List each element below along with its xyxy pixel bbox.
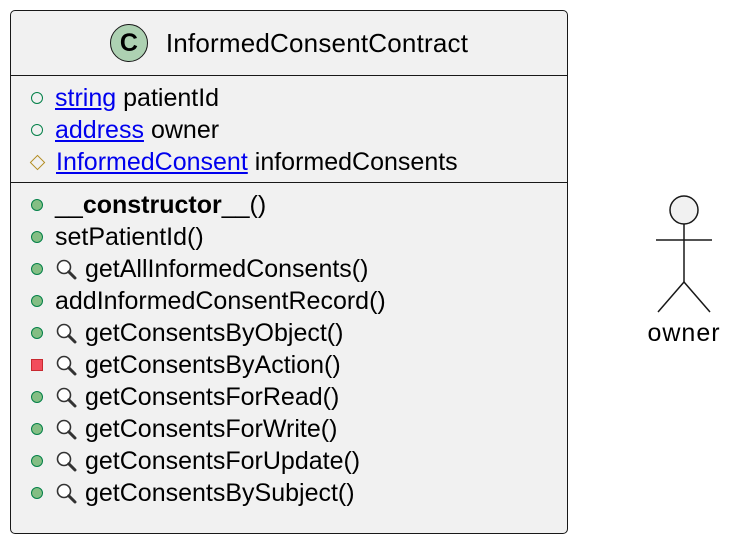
method-prefix: __ <box>55 190 83 219</box>
public-method-icon <box>31 295 43 307</box>
public-method-icon <box>31 487 43 499</box>
magnifier-icon <box>55 258 77 280</box>
method-row: getConsentsByAction() <box>11 349 567 381</box>
method-row: getConsentsForWrite() <box>11 413 567 445</box>
method-name: getConsentsByObject() <box>85 318 344 347</box>
method-name: getAllInformedConsents() <box>85 254 369 283</box>
method-name: __constructor__() <box>55 191 266 220</box>
type-link[interactable]: address <box>55 116 144 145</box>
method-row: __constructor__() <box>11 189 567 221</box>
field-name: patientId <box>123 83 220 112</box>
public-method-icon <box>31 199 43 211</box>
method-row: setPatientId() <box>11 221 567 253</box>
actor-figure-icon <box>656 195 712 313</box>
magnifier-icon <box>55 450 77 472</box>
method-row: getConsentsForUpdate() <box>11 445 567 477</box>
method-row: getConsentsByObject() <box>11 317 567 349</box>
fields-section: string patientId address owner InformedC… <box>11 76 567 182</box>
magnifier-icon <box>55 322 77 344</box>
methods-section: __constructor__() setPatientId() getAllI… <box>11 183 567 513</box>
public-method-icon <box>31 327 43 339</box>
field-row: address owner <box>11 114 567 146</box>
type-link[interactable]: string <box>55 84 116 113</box>
method-row: addInformedConsentRecord() <box>11 285 567 317</box>
actor-label: owner <box>647 319 721 347</box>
type-link[interactable]: InformedConsent <box>56 148 248 177</box>
public-method-icon <box>31 391 43 403</box>
method-row: getAllInformedConsents() <box>11 253 567 285</box>
magnifier-icon <box>55 418 77 440</box>
field-name: informedConsents <box>254 147 458 176</box>
public-method-icon <box>31 231 43 243</box>
method-suffix: __() <box>221 190 267 219</box>
method-name-bold: constructor <box>82 190 222 219</box>
private-method-icon <box>31 359 43 371</box>
method-name: setPatientId() <box>55 222 204 251</box>
method-name: getConsentsForWrite() <box>85 414 338 443</box>
method-name: getConsentsBySubject() <box>85 478 355 507</box>
public-field-icon <box>31 92 43 104</box>
magnifier-icon <box>55 386 77 408</box>
class-stereotype-icon: C <box>109 24 148 62</box>
actor-owner[interactable]: owner <box>640 192 728 347</box>
magnifier-icon <box>55 482 77 504</box>
public-field-icon <box>31 124 43 136</box>
field-name: owner <box>150 115 220 144</box>
class-header: C InformedConsentContract <box>11 11 567 75</box>
field-row: string patientId <box>11 82 567 114</box>
method-name: getConsentsForRead() <box>85 382 340 411</box>
public-method-icon <box>31 423 43 435</box>
magnifier-icon <box>55 354 77 376</box>
method-name: getConsentsForUpdate() <box>85 446 361 475</box>
method-row: getConsentsForRead() <box>11 381 567 413</box>
method-name: getConsentsByAction() <box>85 350 341 379</box>
public-method-icon <box>31 455 43 467</box>
method-name: addInformedConsentRecord() <box>55 286 386 315</box>
protected-field-icon <box>29 154 46 170</box>
public-method-icon <box>31 263 43 275</box>
method-row: getConsentsBySubject() <box>11 477 567 509</box>
class-name: InformedConsentContract <box>165 27 469 58</box>
class-box[interactable]: C InformedConsentContract string patient… <box>10 10 568 534</box>
field-row: InformedConsent informedConsents <box>11 146 567 178</box>
